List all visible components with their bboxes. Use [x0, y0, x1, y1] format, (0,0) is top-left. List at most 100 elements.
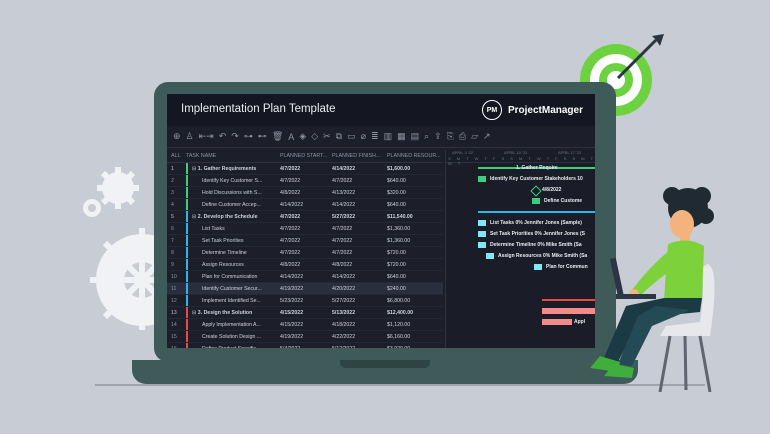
task-grid: ALL TASK NAME PLANNED START... PLANNED F…: [167, 150, 443, 348]
gantt-bar[interactable]: [478, 231, 486, 237]
col-task-name[interactable]: TASK NAME: [186, 153, 280, 159]
print-icon[interactable]: ⎙: [459, 131, 466, 142]
notes-icon[interactable]: ≣: [371, 131, 379, 142]
brand[interactable]: PM ProjectManager: [481, 100, 583, 120]
row-number: 4: [171, 201, 174, 208]
task-name: Assign Resources: [186, 259, 280, 270]
planned-finish: 5/12/2022: [332, 346, 387, 349]
gantt-bar-label: 1. Gather Require: [516, 165, 558, 171]
redo-icon[interactable]: ↷: [231, 131, 239, 142]
task-name-text: 2. Develop the Schedule: [197, 213, 258, 220]
table-row[interactable]: 8 Determine Timeline 4/7/2022 4/7/2022 $720.…: [167, 247, 443, 259]
toolbar: ⊕ ♙ ⇤⇥ ↶ ↷ ⊶ ⊷ 🗑 A ◈ ◇ ✂ ⧉ ▭ ⌀ ≣ ▥ ▦ ▤ ⌕…: [167, 126, 595, 148]
milestone-marker[interactable]: [530, 185, 542, 197]
columns-icon[interactable]: ▤: [411, 131, 420, 142]
gantt-bar[interactable]: [478, 176, 486, 182]
planned-resources: $640.00: [387, 177, 406, 184]
table-row[interactable]: 6 List Tasks 4/7/2022 4/7/2022 $1,360.00: [167, 223, 443, 235]
row-number: 14: [171, 321, 177, 328]
planned-start: 4/7/2022: [280, 249, 301, 256]
text-icon[interactable]: A: [288, 132, 294, 142]
planned-resources: $1,360.00: [387, 225, 411, 232]
col-planned-resources[interactable]: PLANNED RESOUR...: [387, 153, 443, 159]
task-name: ⊟ 1. Gather Requirements: [186, 163, 280, 174]
table-row[interactable]: 4 Define Customer Accep... 4/14/2022 4/14/2…: [167, 199, 443, 211]
col-planned-start[interactable]: PLANNED START...: [280, 153, 332, 159]
table-icon[interactable]: ▦: [397, 131, 406, 142]
group-color-indicator: [186, 247, 188, 258]
unlink-icon[interactable]: ⊷: [258, 131, 267, 142]
export-icon[interactable]: ⎘: [447, 131, 454, 142]
table-row[interactable]: 16 Define Product Specific... 5/4/20225/12…: [167, 343, 443, 348]
group-color-indicator: [186, 331, 188, 342]
user-icon[interactable]: ♙: [186, 131, 194, 142]
gantt-bar[interactable]: [486, 253, 494, 259]
row-number: 16: [167, 346, 186, 349]
table-row[interactable]: 12 Implement Identified Se... 5/23/2022 5/2…: [167, 295, 443, 307]
link-icon[interactable]: ⊶: [244, 131, 253, 142]
table-row[interactable]: 15 Create Solution Design ... 4/19/2022 4/2…: [167, 331, 443, 343]
planned-start: 4/15/2022: [280, 321, 304, 328]
gantt-bar[interactable]: [532, 198, 540, 204]
grid-header: ALL TASK NAME PLANNED START... PLANNED F…: [167, 150, 443, 163]
row-number: 8: [171, 249, 174, 256]
attach-icon[interactable]: ⌀: [361, 131, 366, 142]
task-name-text: Hold Discussions with S...: [202, 189, 262, 196]
delete-icon[interactable]: 🗑: [272, 131, 283, 142]
col-all[interactable]: ALL: [167, 153, 186, 159]
planned-start: 4/8/2022: [280, 189, 301, 196]
expand-icon[interactable]: ▥: [384, 131, 393, 142]
table-row[interactable]: 1 ⊟ 1. Gather Requirements 4/7/2022 4/14/20…: [167, 163, 443, 175]
paint-icon[interactable]: ◈: [299, 131, 306, 142]
planned-finish: 4/7/2022: [332, 177, 353, 184]
planned-start: 4/8/2022: [280, 261, 301, 268]
table-row[interactable]: 11 Identify Customer Secur... 4/19/2022 4/2…: [167, 283, 443, 295]
chart-icon[interactable]: ↗: [483, 131, 491, 142]
task-name: Plan for Communication: [186, 271, 280, 282]
planned-finish: 5/27/2022: [332, 297, 356, 304]
task-name: Hold Discussions with S...: [186, 187, 280, 198]
task-name-text: Define Product Specific...: [202, 346, 260, 348]
planned-finish: 4/7/2022: [332, 237, 353, 244]
milestone-icon[interactable]: ◇: [311, 131, 318, 142]
row-number: 6: [171, 225, 174, 232]
table-row[interactable]: 10 Plan for Communication 4/14/2022 4/14/20…: [167, 271, 443, 283]
task-name: Apply Implementation A...: [186, 319, 280, 330]
planned-start: 4/15/2022: [280, 309, 304, 316]
table-row[interactable]: 14 Apply Implementation A... 4/15/2022 4/18…: [167, 319, 443, 331]
table-row[interactable]: 5 ⊟ 2. Develop the Schedule 4/7/2022 5/27/2…: [167, 211, 443, 223]
add-icon[interactable]: ⊕: [173, 131, 181, 142]
copy-icon[interactable]: ⧉: [336, 131, 342, 142]
paste-icon[interactable]: ▭: [347, 131, 356, 142]
group-color-indicator: [186, 307, 188, 318]
indent-icon[interactable]: ⇤⇥: [199, 131, 214, 142]
row-number: 5: [171, 213, 174, 220]
table-row[interactable]: 13 ⊟ 3. Design the Solution 4/15/2022 5/13/…: [167, 307, 443, 319]
planned-finish: 4/14/2022: [332, 165, 356, 172]
row-number: 15: [171, 333, 177, 340]
col-planned-finish[interactable]: PLANNED FINISH...: [332, 153, 387, 159]
planned-finish: 5/27/2022: [332, 213, 356, 220]
table-row[interactable]: 3 Hold Discussions with S... 4/8/2022 4/13/…: [167, 187, 443, 199]
cut-icon[interactable]: ✂: [323, 131, 331, 142]
row-number: 11: [171, 285, 177, 292]
undo-icon[interactable]: ↶: [219, 131, 227, 142]
gantt-bar[interactable]: [478, 242, 486, 248]
task-name-text: Plan for Communication: [202, 273, 258, 280]
row-number: 7: [171, 237, 174, 244]
group-color-indicator: [186, 271, 188, 282]
table-row[interactable]: 9 Assign Resources 4/8/2022 4/8/2022 $720.00: [167, 259, 443, 271]
table-row[interactable]: 7 Set Task Priorities 4/7/2022 4/7/2022 $1,3…: [167, 235, 443, 247]
zoom-icon[interactable]: ⌕: [424, 131, 429, 142]
row-number: 1: [171, 165, 174, 172]
share-icon[interactable]: ⇪: [434, 131, 442, 142]
task-name: Identify Key Customer S...: [186, 175, 280, 186]
table-row[interactable]: 2 Identify Key Customer S... 4/7/2022 4/7/2…: [167, 175, 443, 187]
gantt-bar[interactable]: [478, 220, 486, 226]
gantt-bar-label: 4/8/2022: [542, 187, 562, 193]
collapse-icon[interactable]: ▱: [471, 131, 478, 142]
gantt-bar[interactable]: [534, 264, 542, 270]
task-name-text: Identify Key Customer S...: [202, 177, 263, 184]
brand-name: ProjectManager: [507, 104, 583, 116]
task-name-text: Define Customer Accep...: [202, 201, 261, 208]
